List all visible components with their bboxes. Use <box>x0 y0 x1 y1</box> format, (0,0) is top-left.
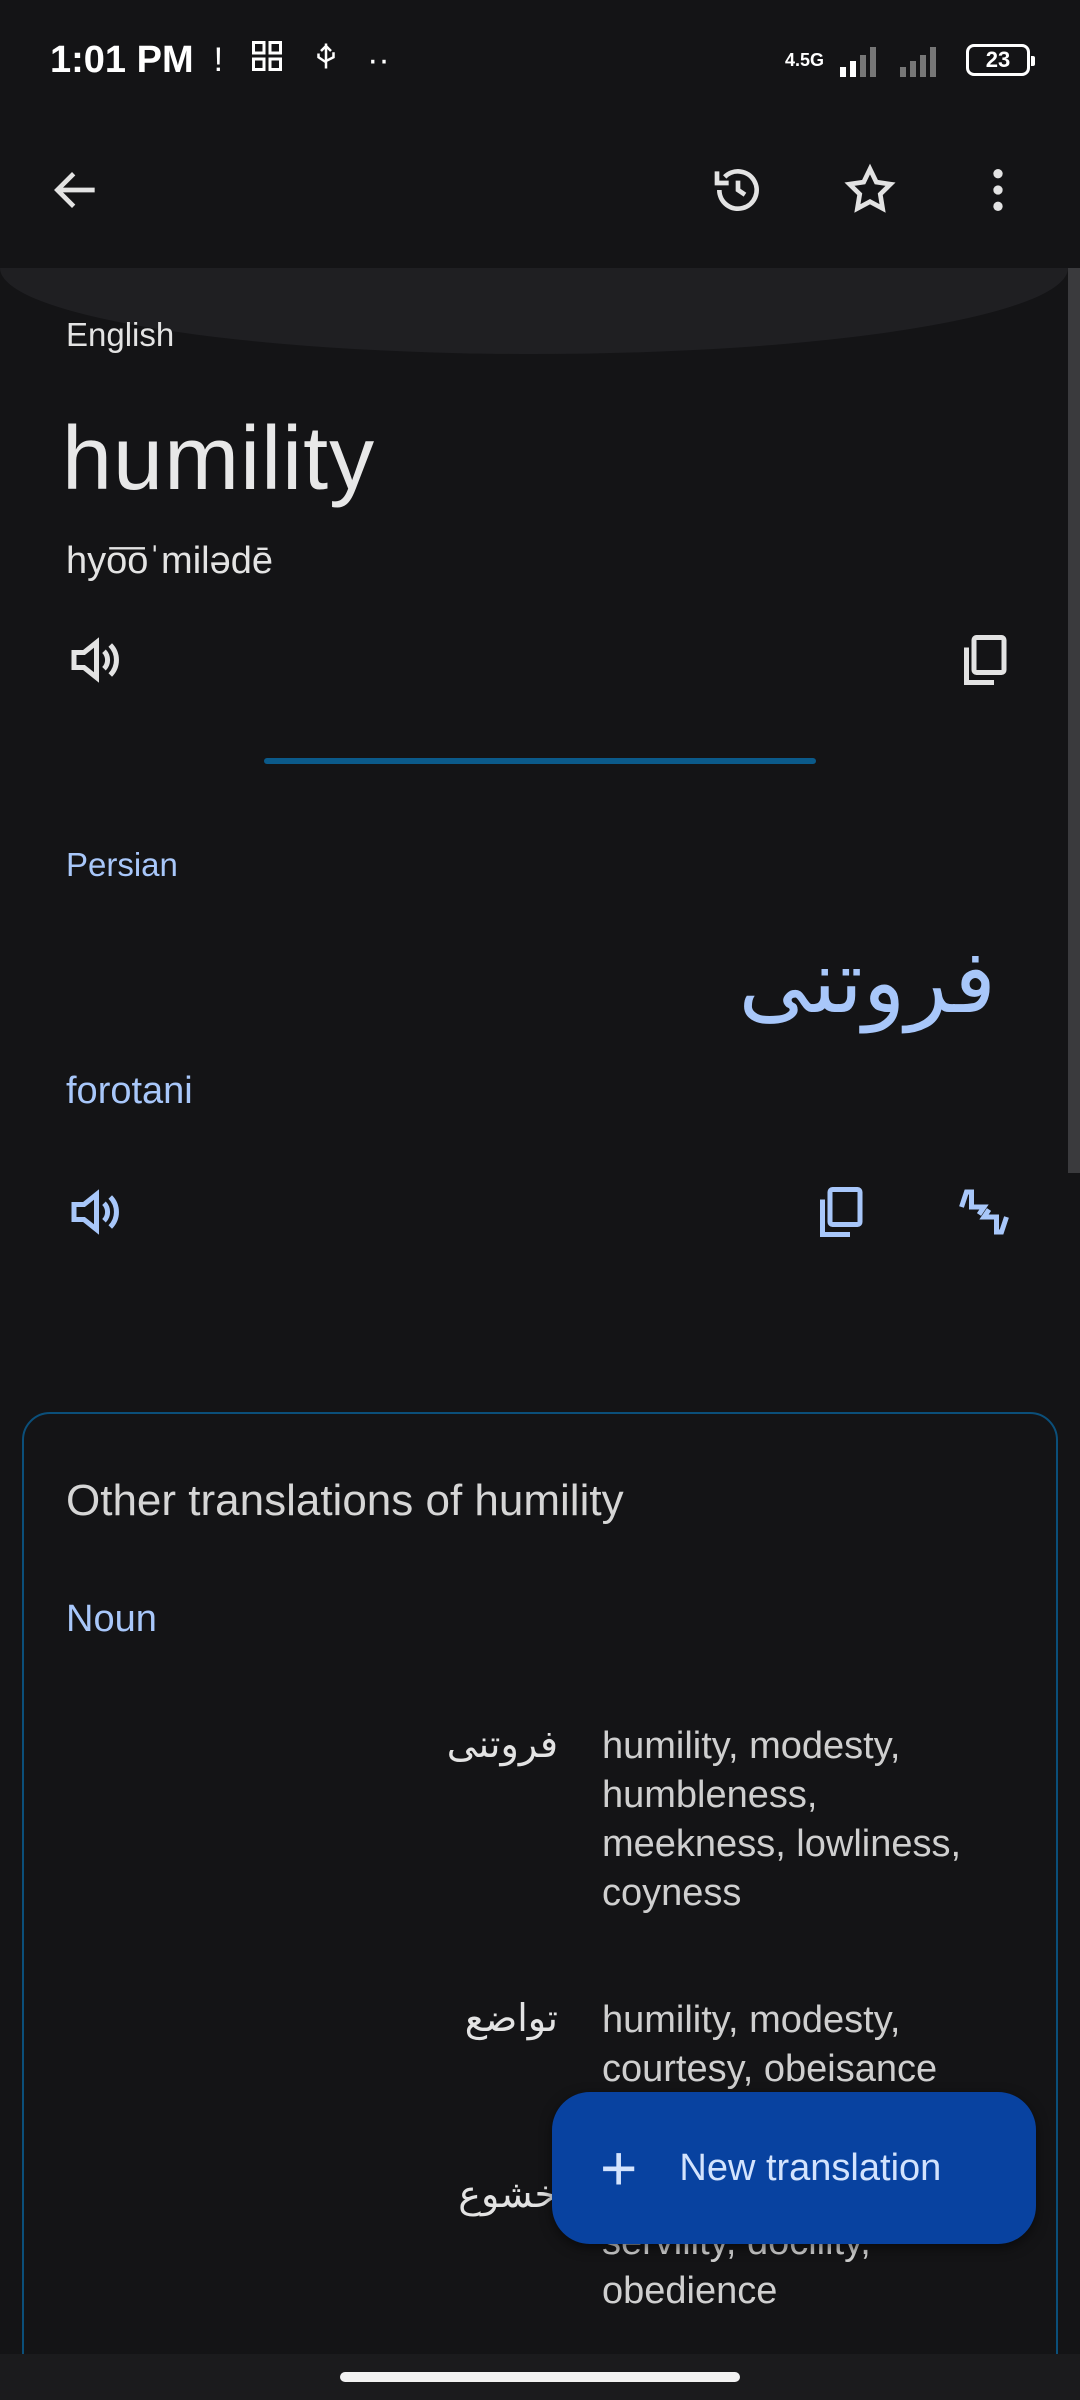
source-speak-button[interactable] <box>54 620 134 700</box>
target-speak-button[interactable] <box>54 1172 134 1252</box>
status-time: 1:01 PM <box>50 38 194 81</box>
plus-icon: + <box>600 2132 638 2204</box>
star-icon <box>844 163 896 213</box>
translation-word: خشوع <box>458 2174 558 2216</box>
arrow-back-icon <box>54 172 95 208</box>
more-options-button[interactable] <box>958 150 1038 230</box>
history-button[interactable] <box>698 150 778 230</box>
translation-meanings: humility, modesty, humbleness, meekness,… <box>602 1725 962 1914</box>
new-translation-button[interactable]: + New translation <box>552 2092 1036 2244</box>
status-bar: 1:01 PM ! ·· 4.5G 23 <box>0 0 1080 120</box>
new-translation-label: New translation <box>679 2146 942 2189</box>
favorite-button[interactable] <box>830 150 910 230</box>
source-copy-button[interactable] <box>944 620 1024 700</box>
signal-icon-2 <box>900 47 936 77</box>
source-phonetic: hyo͞oˈmilədē <box>66 540 273 582</box>
scrollbar[interactable] <box>1068 268 1080 1173</box>
apps-icon <box>249 38 285 83</box>
source-language-label: English <box>66 316 175 353</box>
translation-meanings: humility, modesty, courtesy, obeisance <box>602 1999 938 2090</box>
translation-word: تواضع <box>464 1998 558 2040</box>
feedback-button[interactable] <box>944 1172 1024 1252</box>
alert-icon: ! <box>213 40 224 79</box>
battery-icon: 23 <box>966 44 1035 76</box>
source-target-divider <box>264 758 816 764</box>
signal-icon <box>840 47 876 77</box>
back-button[interactable] <box>36 150 116 230</box>
more-vert-icon <box>993 169 1003 211</box>
battery-level: 23 <box>985 47 1011 72</box>
copy-icon <box>820 1187 863 1237</box>
thumbs-up-down-icon <box>959 1189 1009 1235</box>
speaker-icon <box>71 637 119 683</box>
part-of-speech-label: Noun <box>66 1598 157 1640</box>
more-dots-icon: ·· <box>367 40 390 79</box>
toolbar <box>0 120 1080 260</box>
home-gesture-handle[interactable] <box>340 2372 740 2382</box>
translation-word: فروتنی <box>446 1724 558 1766</box>
target-copy-button[interactable] <box>800 1172 880 1252</box>
target-text[interactable]: فروتنی <box>738 930 996 1033</box>
status-notification-icons: ! ·· <box>214 38 390 83</box>
history-icon <box>714 169 759 212</box>
speaker-icon <box>71 1189 119 1235</box>
usb-icon <box>311 38 341 83</box>
copy-icon <box>964 635 1007 685</box>
status-right: 4.5G 23 <box>784 43 1035 77</box>
target-transliteration: forotani <box>66 1070 193 1112</box>
source-text[interactable]: humility <box>62 408 375 511</box>
target-language-label: Persian <box>66 846 178 883</box>
network-type: 4.5G <box>784 49 824 70</box>
other-translations-title: Other translations of humility <box>66 1476 624 1525</box>
